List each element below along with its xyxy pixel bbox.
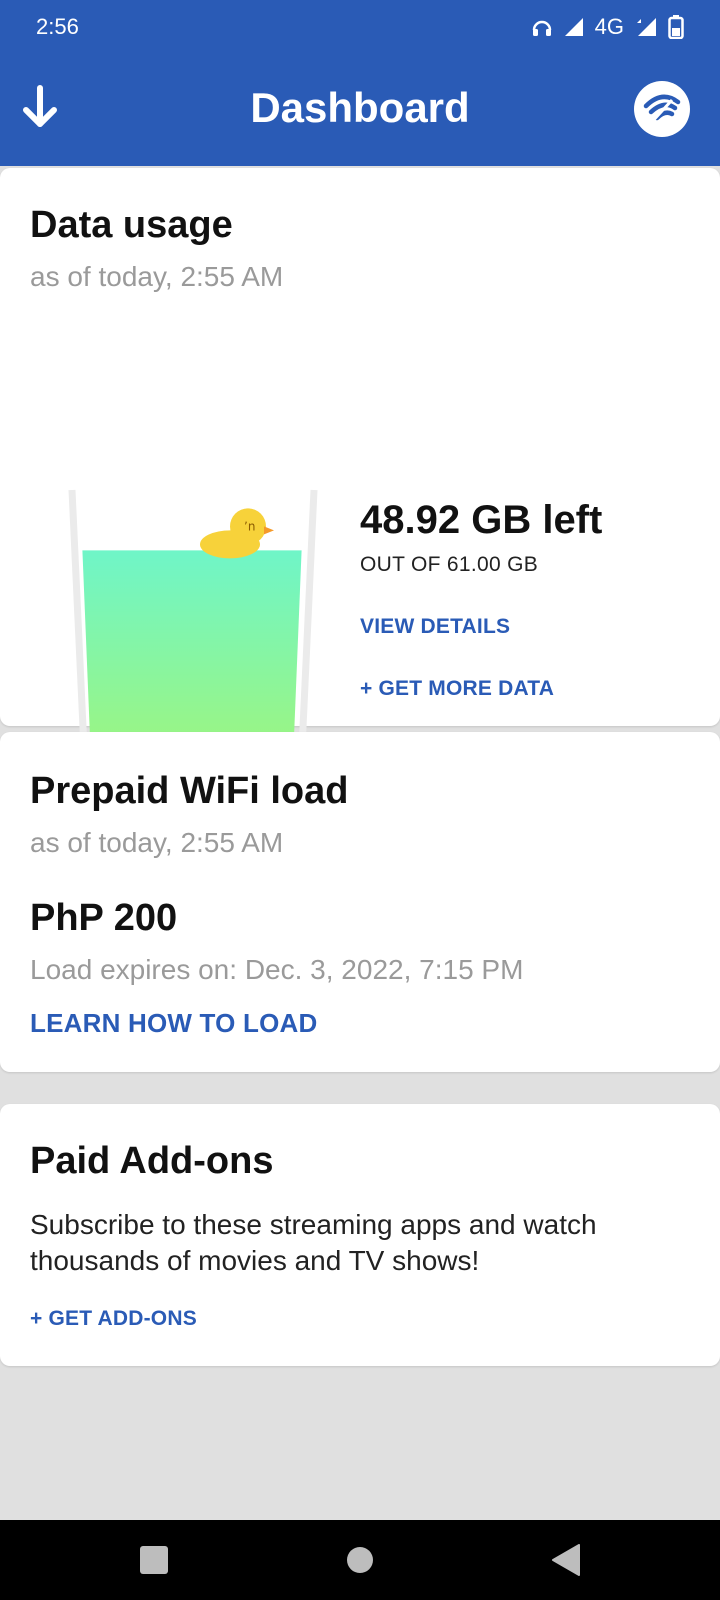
headphones-icon [531,16,553,38]
data-remaining: 48.92 GB left [360,498,603,542]
network-type: 4G [594,14,624,39]
status-time: 2:56 [36,14,79,39]
system-nav-bar [0,1520,720,1600]
wifi-logo-icon[interactable] [634,81,690,137]
data-usage-title: Data usage [30,204,233,246]
load-expiry: Load expires on: Dec. 3, 2022, 7:15 PM [30,954,524,985]
get-more-data-link[interactable]: + GET MORE DATA [360,677,602,701]
load-amount: PhP 200 [30,897,178,939]
back-triangle-icon[interactable] [526,1520,606,1600]
data-usage-timestamp: as of today, 2:55 AM [30,261,284,292]
paid-addons-card: Paid Add-ons Subscribe to these streamin… [0,1104,720,1366]
wifi-signal-icon [634,16,658,38]
cell-signal-icon [563,16,585,38]
prepaid-timestamp: as of today, 2:55 AM [30,827,284,858]
battery-icon [668,15,684,39]
addons-description: Subscribe to these streaming apps and wa… [30,1209,597,1276]
learn-how-to-load-link[interactable]: LEARN HOW TO LOAD [30,1008,523,1039]
svg-text:ʼn: ʼn [244,519,255,533]
get-addons-link[interactable]: + GET ADD-ONS [30,1307,690,1331]
prepaid-load-card: Prepaid WiFi load as of today, 2:55 AM P… [0,732,720,1072]
view-details-link[interactable]: VIEW DETAILS [360,615,602,639]
status-icons: 4G [531,14,684,40]
addons-title: Paid Add-ons [30,1140,274,1182]
app-bar: 2:56 4G Dashboard [0,0,720,166]
page-title: Dashboard [250,84,470,131]
data-usage-card: Data usage as of today, 2:55 AM ʼn 48.92… [0,168,720,820]
recents-square-icon[interactable] [114,1520,194,1600]
data-total: OUT OF 61.00 GB [360,553,539,576]
home-circle-icon[interactable] [320,1520,400,1600]
toolbar: Dashboard [0,60,720,160]
status-bar: 2:56 4G [0,0,720,54]
prepaid-title: Prepaid WiFi load [30,770,349,812]
